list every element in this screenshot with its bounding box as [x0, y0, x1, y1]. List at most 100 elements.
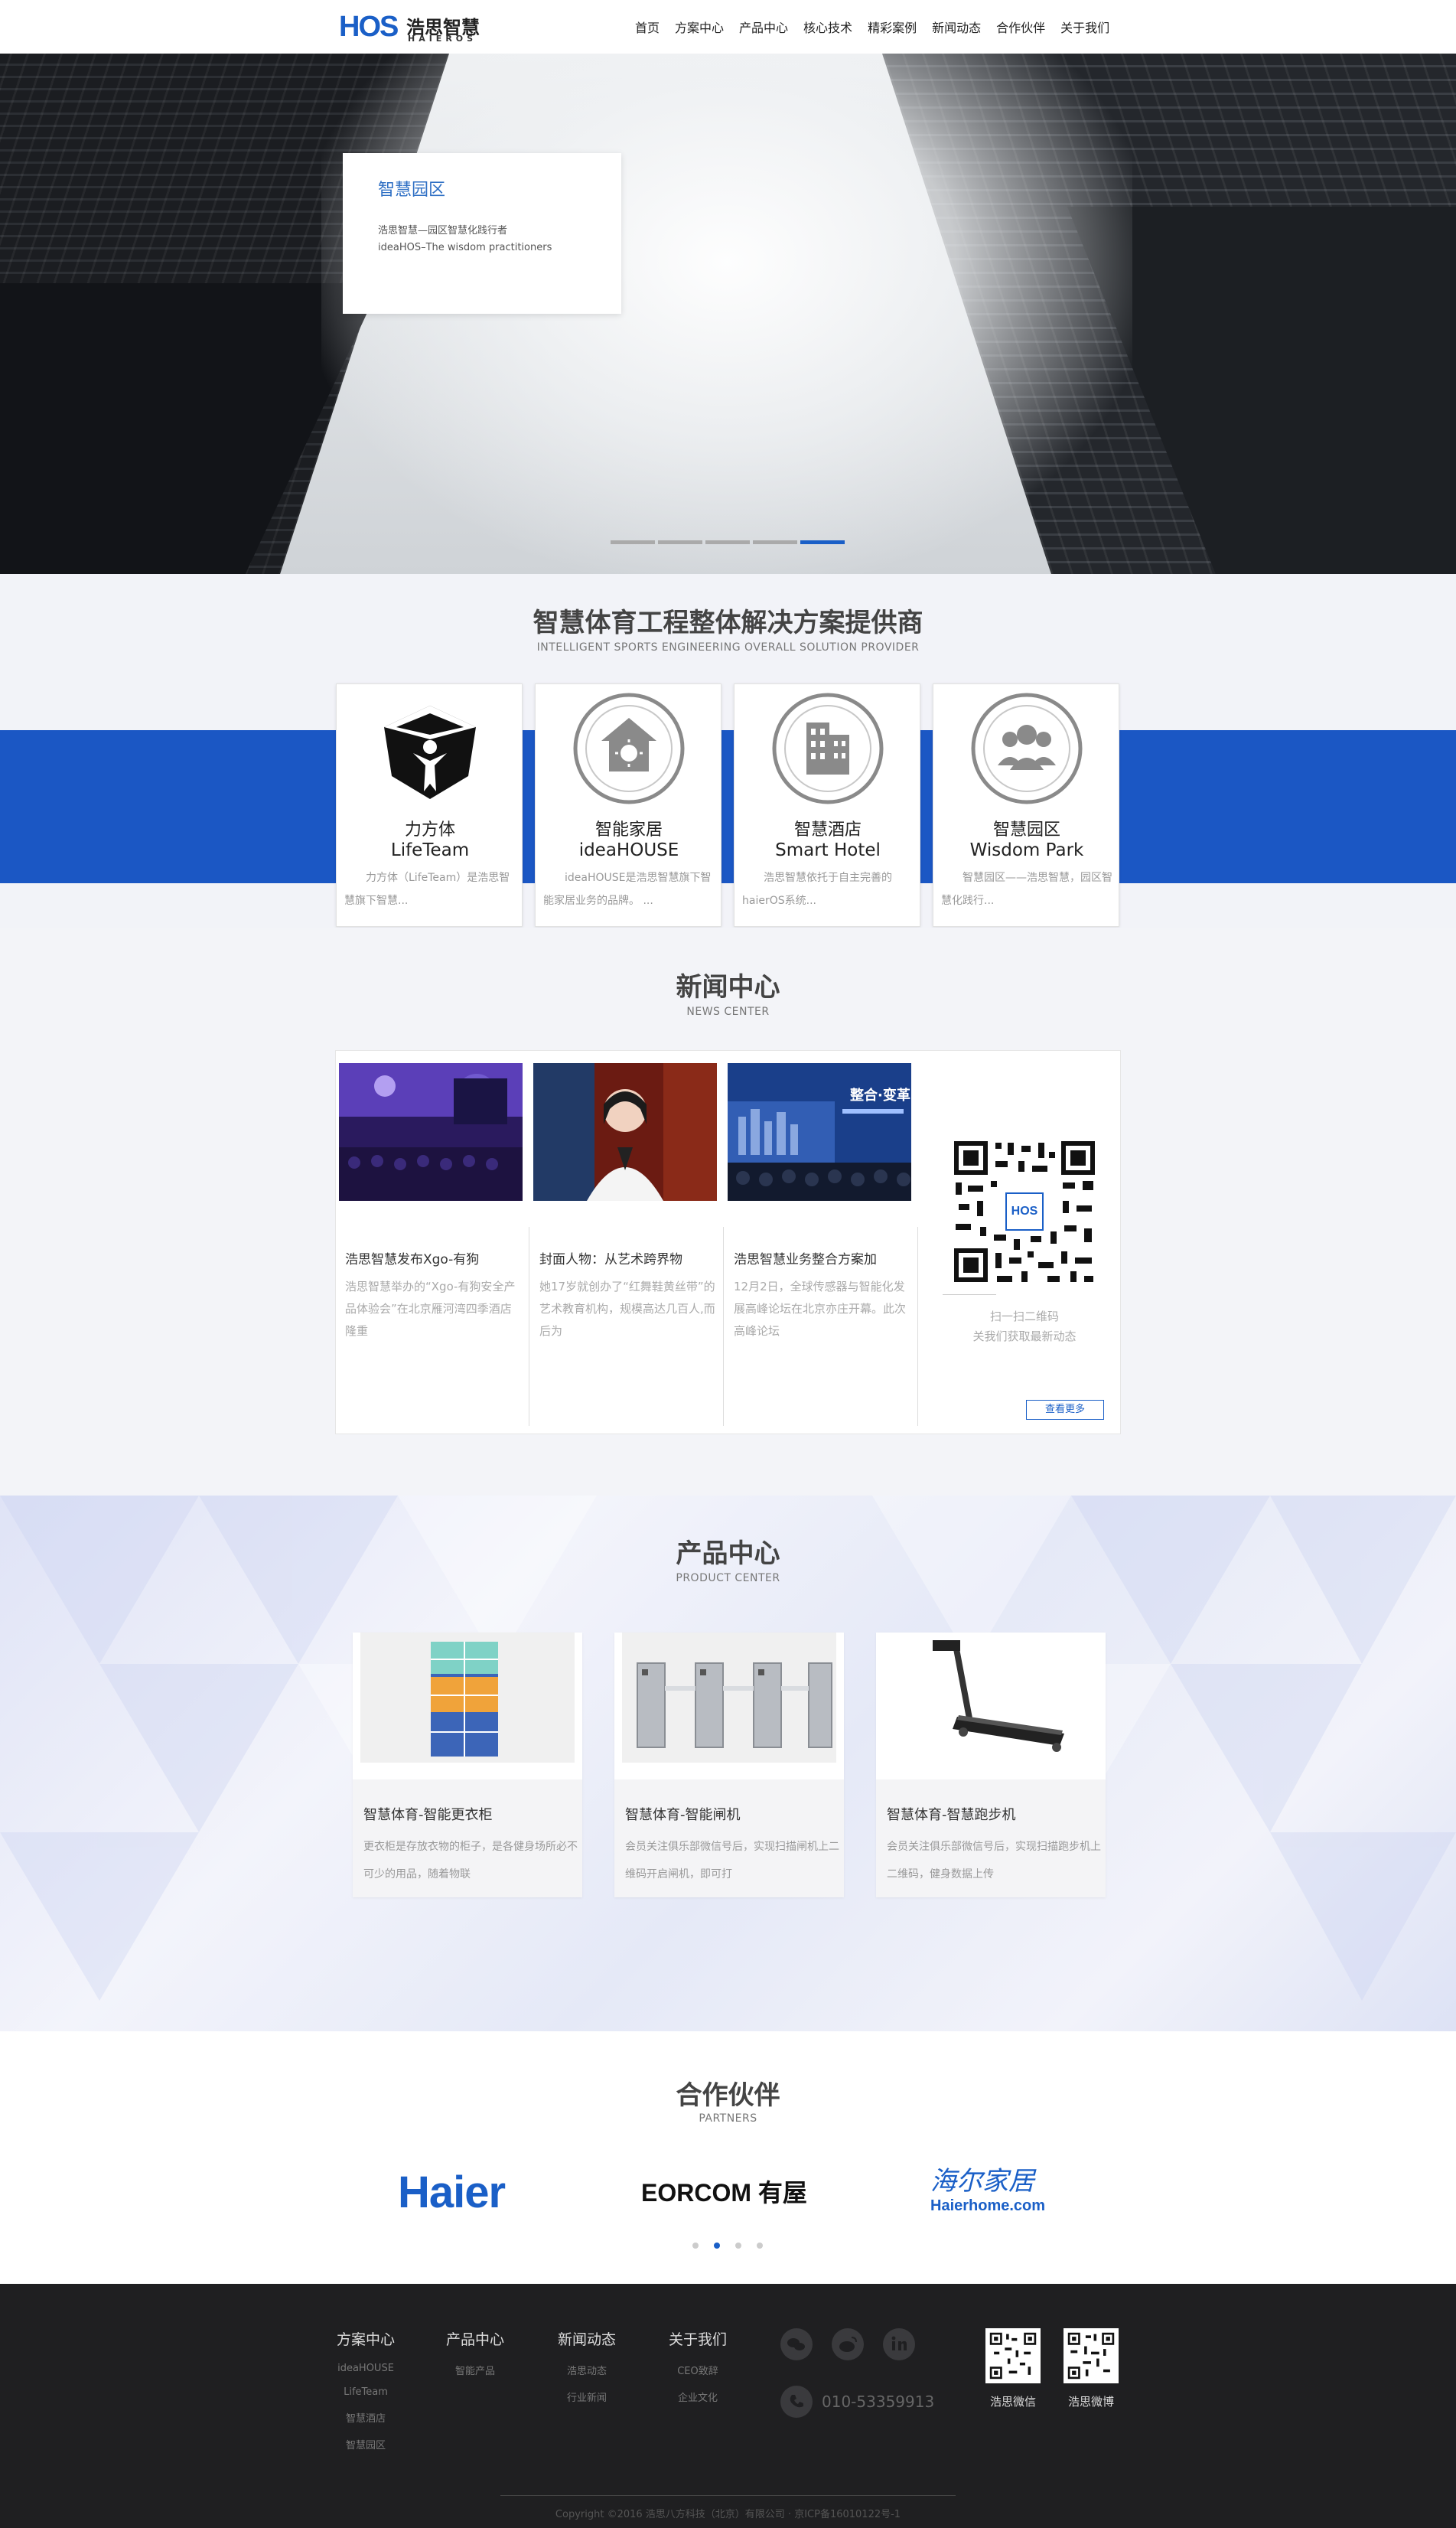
banner-dot[interactable]	[611, 540, 655, 544]
news-divider	[917, 1227, 918, 1426]
banner-dot[interactable]	[753, 540, 797, 544]
footer-link[interactable]: 行业新闻	[558, 2389, 616, 2404]
partners-dot-active[interactable]	[714, 2243, 720, 2249]
solution-description: ideaHOUSE是浩思智慧旗下智能家居业务的品牌。 ...	[543, 872, 712, 907]
partners-pagination	[692, 2243, 778, 2249]
nav-partners[interactable]: 合作伙伴	[996, 18, 1045, 36]
nav-about[interactable]: 关于我们	[1060, 18, 1109, 36]
banner-dot[interactable]	[705, 540, 750, 544]
footer-link[interactable]: LifeTeam	[337, 2386, 395, 2398]
partners-subtitle: PARTNERS	[699, 2112, 757, 2125]
partners-dot[interactable]	[692, 2243, 699, 2249]
footer-link[interactable]: CEO致辞	[669, 2363, 727, 2377]
product-title[interactable]: 智慧体育-智能闸机	[625, 1804, 741, 1824]
wechat-icon[interactable]	[780, 2328, 813, 2360]
linkedin-icon[interactable]	[883, 2328, 915, 2360]
product-card[interactable]: 智慧体育-智能更衣柜 更衣柜是存放衣物的柜子，是各健身场所必不可少的用品，随着物…	[353, 1633, 582, 1897]
product-card[interactable]: 智慧体育-智慧跑步机 会员关注俱乐部微信号后，实现扫描跑步机上二维码，健身数据上…	[876, 1633, 1106, 1897]
weibo-icon[interactable]	[832, 2328, 864, 2360]
banner-dot-active[interactable]	[800, 540, 845, 544]
nav-cases[interactable]: 精彩案例	[868, 18, 917, 36]
partners-dot[interactable]	[757, 2243, 763, 2249]
footer-link[interactable]: 智能产品	[446, 2363, 504, 2377]
footer-divider	[500, 2495, 956, 2496]
wechat-qr-label: 浩思微信	[989, 2395, 1036, 2409]
banner-caption-line2: ideaHOS–The wisdom practitioners	[378, 242, 552, 253]
lifeteam-cube-icon	[384, 706, 476, 799]
solution-card-lifeteam[interactable]: 力方体 LifeTeam 力方体（LifeTeam）是浩思智慧旗下智慧...	[336, 683, 523, 927]
banner-caption-title: 智慧园区	[378, 181, 446, 200]
solution-name: 力方体	[404, 820, 455, 840]
solution-card-smart-hotel[interactable]: 智慧酒店 Smart Hotel 浩思智慧依托于自主完善的haierOS系统..…	[734, 683, 920, 927]
footer-heading[interactable]: 方案中心	[337, 2328, 395, 2349]
news-title-text[interactable]: 浩思智慧发布Xgo-有狗	[345, 1248, 521, 1267]
partner-haier-text: Haier	[398, 2168, 506, 2217]
qr-caption-1: 扫一扫二维码	[989, 1310, 1059, 1323]
banner-caption-card: 智慧园区 浩思智慧—园区智慧化践行者 ideaHOS–The wisdom pr…	[343, 153, 621, 314]
partner-logo-eorcom[interactable]: EORCOM 有屋	[641, 2166, 825, 2220]
banner-pagination	[611, 540, 848, 544]
solution-card-wisdom-park[interactable]: 智慧园区 Wisdom Park 智慧园区——浩思智慧，园区智慧化践行...	[933, 683, 1119, 927]
news-excerpt: 12月2日，全球传感器与智能化发展高峰论坛在北京亦庄开幕。此次高峰论坛	[734, 1280, 907, 1338]
solution-name: 智能家居	[594, 820, 663, 840]
product-image-treadmill	[884, 1633, 1098, 1763]
footer-column-news: 新闻动态 浩思动态 行业新闻	[558, 2328, 616, 2404]
news-title-text[interactable]: 浩思智慧业务整合方案加	[734, 1248, 910, 1267]
footer-column-about: 关于我们 CEO致辞 企业文化	[669, 2328, 727, 2404]
footer-heading[interactable]: 产品中心	[446, 2328, 504, 2349]
footer-link[interactable]: 智慧园区	[337, 2437, 395, 2451]
news-item[interactable]: 封面人物：从艺术跨界物 她17岁就创办了“红舞鞋黄丝带”的艺术教育机构，规模高达…	[530, 1054, 720, 1429]
product-image-locker	[360, 1633, 575, 1763]
solutions-blue-band	[0, 730, 1456, 883]
product-title[interactable]: 智慧体育-智慧跑步机	[887, 1804, 1016, 1824]
footer-link[interactable]: 浩思动态	[558, 2363, 616, 2377]
news-image-banner-text: 整合·变革	[849, 1087, 910, 1104]
partner-logo-haier[interactable]: Haier	[398, 2166, 536, 2220]
footer-link[interactable]: 智慧酒店	[337, 2410, 395, 2425]
footer-phone: 010-53359913	[822, 2393, 935, 2411]
news-panel: 浩思智慧发布Xgo-有狗 浩思智慧举办的“Xgo-有狗安全产品体验会”在北京雁河…	[335, 1050, 1121, 1434]
news-excerpt: 浩思智慧举办的“Xgo-有狗安全产品体验会”在北京雁河湾四季酒店隆重	[345, 1280, 516, 1338]
footer-column-products: 产品中心 智能产品	[446, 2328, 504, 2377]
partner-haierhome-cn: 海尔家居	[930, 2166, 1034, 2197]
solution-card-ideahouse[interactable]: 智能家居 ideaHOUSE ideaHOUSE是浩思智慧旗下智能家居业务的品牌…	[535, 683, 721, 927]
partners-title: 合作伙伴	[676, 2080, 780, 2111]
banner-caption-line1: 浩思智慧—园区智慧化践行者	[378, 225, 508, 236]
phone-icon	[780, 2386, 813, 2418]
footer-heading[interactable]: 关于我们	[669, 2328, 727, 2349]
news-title: 新闻中心	[676, 972, 780, 1003]
nav-products[interactable]: 产品中心	[739, 18, 788, 36]
news-item[interactable]: 整合·变革 浩思智慧业务整合方案加 12月2日，全球传感器与智能化发展高峰论坛在…	[725, 1054, 914, 1429]
nav-home[interactable]: 首页	[635, 18, 660, 36]
nav-news[interactable]: 新闻动态	[932, 18, 981, 36]
nav-core-tech[interactable]: 核心技术	[803, 18, 852, 36]
footer-link[interactable]: ideaHOUSE	[337, 2363, 395, 2374]
news-divider	[723, 1227, 724, 1426]
news-excerpt: 她17岁就创办了“红舞鞋黄丝带”的艺术教育机构，规模高达几百人,而后为	[539, 1280, 715, 1338]
nav-solutions[interactable]: 方案中心	[675, 18, 724, 36]
banner-dot[interactable]	[658, 540, 702, 544]
view-more-button[interactable]: 查看更多	[1026, 1400, 1104, 1420]
footer-heading[interactable]: 新闻动态	[558, 2328, 616, 2349]
solutions-subtitle: INTELLIGENT SPORTS ENGINEERING OVERALL S…	[536, 641, 920, 654]
partner-logo-haierhome[interactable]: 海尔家居 Haierhome.com	[930, 2166, 1060, 2220]
news-item[interactable]: 浩思智慧发布Xgo-有狗 浩思智慧举办的“Xgo-有狗安全产品体验会”在北京雁河…	[336, 1054, 526, 1429]
solution-description: 力方体（LifeTeam）是浩思智慧旗下智慧...	[344, 872, 510, 907]
sky-fog	[321, 54, 1132, 574]
footer-link[interactable]: 企业文化	[669, 2389, 727, 2404]
product-description: 会员关注俱乐部微信号后，实现扫描跑步机上二维码，健身数据上传	[887, 1841, 1101, 1881]
product-description: 更衣柜是存放衣物的柜子，是各健身场所必不可少的用品，随着物联	[363, 1841, 578, 1881]
solution-english-name: Wisdom Park	[969, 840, 1084, 860]
house-icon	[573, 693, 685, 804]
site-logo[interactable]: HOS 浩思智慧 HAIEROS	[339, 9, 484, 44]
qr-code-icon: HOS	[948, 1135, 1101, 1288]
product-title[interactable]: 智慧体育-智能更衣柜	[363, 1804, 493, 1824]
product-card[interactable]: 智慧体育-智能闸机 会员关注俱乐部微信号后，实现扫描闸机上二维码开启闸机，即可打	[614, 1633, 844, 1897]
hero-banner[interactable]: 智慧园区 浩思智慧—园区智慧化践行者 ideaHOS–The wisdom pr…	[0, 54, 1456, 574]
partners-dot[interactable]	[735, 2243, 741, 2249]
solution-english-name: Smart Hotel	[775, 840, 881, 860]
solution-english-name: LifeTeam	[390, 840, 470, 860]
solution-name: 智慧酒店	[793, 820, 862, 840]
news-title-text[interactable]: 封面人物：从艺术跨界物	[539, 1248, 715, 1267]
solution-english-name: ideaHOUSE	[578, 840, 679, 860]
